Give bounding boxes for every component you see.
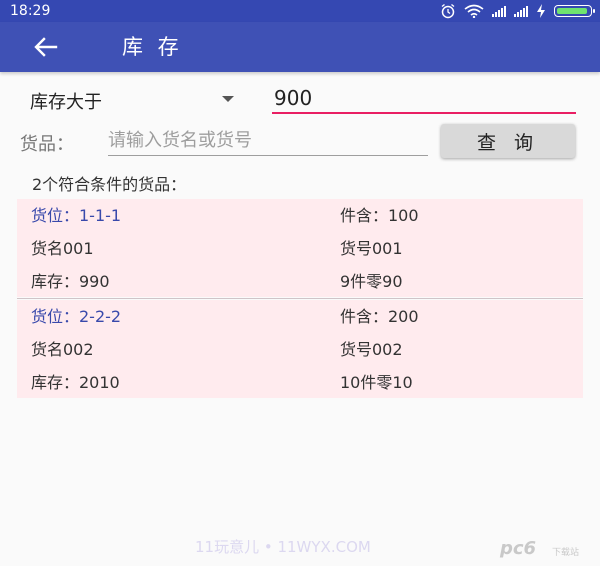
signal-icon <box>492 5 506 17</box>
goods-label: 货品： <box>20 134 74 155</box>
item-location: 货位：2-2-2 <box>31 307 122 326</box>
result-item[interactable]: 货位：1-1-1 件含：100 货名001 货号001 库存：990 9件零90 <box>17 199 583 297</box>
spinner-selected-value: 库存大于 <box>30 92 102 113</box>
query-button[interactable]: 查 询 <box>441 124 575 158</box>
status-bar: 18:29 <box>0 0 600 22</box>
brand-watermark: pc6 <box>500 538 537 559</box>
wifi-icon <box>464 4 484 18</box>
item-name: 货名002 <box>31 340 94 359</box>
item-breakdown: 10件零10 <box>340 373 413 392</box>
status-icons <box>440 3 595 19</box>
app-bar: 库 存 <box>0 22 600 72</box>
status-time: 18:29 <box>10 3 51 19</box>
item-code: 货号002 <box>340 340 403 359</box>
item-location: 货位：1-1-1 <box>31 206 122 225</box>
list-divider <box>17 298 583 299</box>
site-watermark: 11玩意儿 • 11WYX.COM <box>195 538 371 556</box>
arrow-left-icon <box>34 37 58 57</box>
dropdown-arrow-icon <box>222 96 234 102</box>
item-stock: 库存：2010 <box>31 373 120 392</box>
item-stock: 库存：990 <box>31 272 110 291</box>
stock-threshold-input[interactable] <box>272 84 576 114</box>
alarm-icon <box>441 3 455 19</box>
stock-condition-spinner[interactable]: 库存大于 <box>30 84 242 116</box>
back-button[interactable] <box>26 32 66 62</box>
item-per-box: 件含：100 <box>340 206 419 225</box>
item-name: 货名001 <box>31 239 94 258</box>
item-per-box: 件含：200 <box>340 307 419 326</box>
page-title: 库 存 <box>122 35 183 59</box>
item-code: 货号001 <box>340 239 403 258</box>
charging-icon <box>537 4 545 18</box>
item-breakdown: 9件零90 <box>340 272 403 291</box>
battery-icon <box>554 5 595 17</box>
goods-search-input[interactable] <box>108 126 428 156</box>
result-item[interactable]: 货位：2-2-2 件含：200 货名002 货号002 库存：2010 10件零… <box>17 300 583 398</box>
result-count: 2个符合条件的货品： <box>32 175 187 194</box>
signal-icon <box>514 5 528 17</box>
brand-watermark-sub: 下载站 <box>552 548 580 558</box>
